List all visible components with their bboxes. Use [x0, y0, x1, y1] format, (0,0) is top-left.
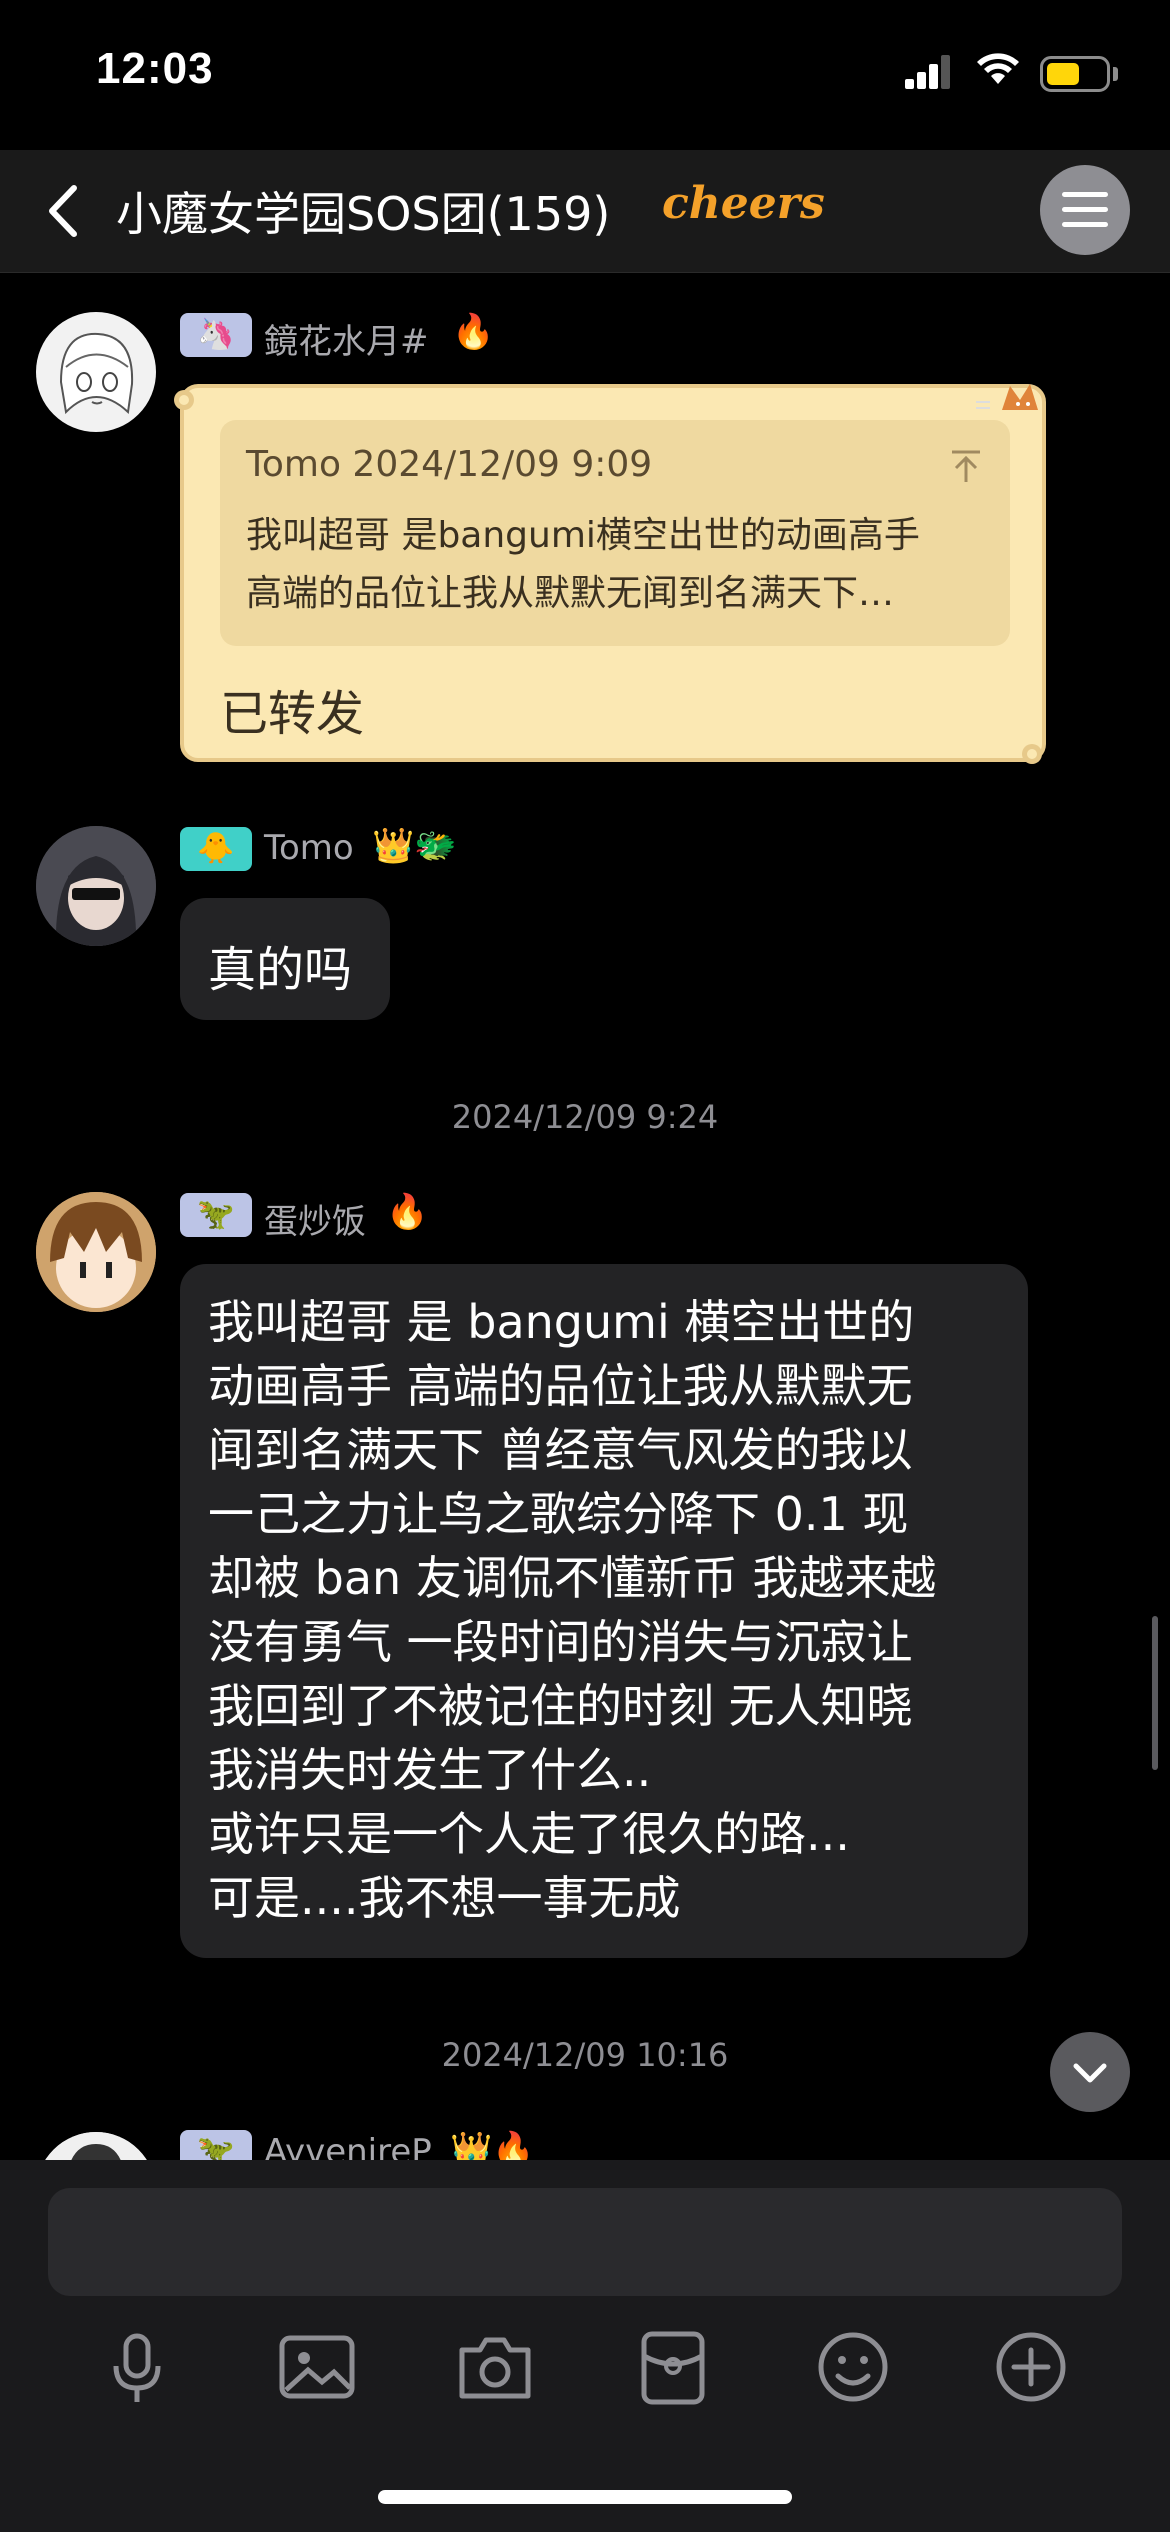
avatar[interactable]: [36, 312, 156, 432]
message-text: 已转发: [220, 686, 365, 742]
partial-message-row: 🦖 AyvenireP 👑🔥: [0, 2120, 1170, 2160]
plus-icon[interactable]: [986, 2322, 1076, 2412]
message-text: 真的吗: [208, 942, 353, 998]
sender-name: AyvenireP: [264, 2132, 432, 2160]
back-chevron-icon[interactable]: [40, 178, 90, 244]
flair-fire-icon: 🔥: [452, 312, 495, 352]
quote-author-time: Tomo 2024/12/09 9:09: [246, 444, 653, 485]
battery-icon: [1040, 56, 1110, 92]
quote-text-line1: 我叫超哥 是bangumi横空出世的动画高手: [246, 515, 920, 556]
sender-name: Tomo: [264, 828, 354, 868]
member-tag-dinosaur: 🦖: [180, 1193, 252, 1237]
message-line: 我叫超哥 是 bangumi 横空出世的: [208, 1295, 915, 1349]
cheers-badge: cheers: [662, 178, 825, 229]
scrollbar[interactable]: [1152, 1616, 1158, 1770]
message-text: 我叫超哥 是 bangumi 横空出世的 动画高手 高端的品位让我从默默无 闻到…: [208, 1290, 936, 1930]
message-bubble[interactable]: 真的吗: [180, 898, 390, 1020]
flair-fire-icon: 🔥: [386, 1192, 429, 1232]
image-icon[interactable]: [272, 2322, 362, 2412]
chat-title: 小魔女学园SOS团(159): [116, 187, 611, 241]
scroll-to-bottom-button[interactable]: [1050, 2032, 1130, 2112]
message-line: 闻到名满天下 曾经意气风发的我以: [208, 1423, 913, 1477]
avatar-cartoon-brown-hair-icon: [36, 1192, 156, 1312]
avatar-girl-sunglasses-icon: [36, 826, 156, 946]
wifi-icon: [977, 53, 1019, 84]
emoji-icon[interactable]: [808, 2322, 898, 2412]
forwarded-card[interactable]: Tomo 2024/12/09 9:09 我叫超哥 是bangumi横空出世的动…: [180, 384, 1046, 762]
quote-text-line2: 高端的品位让我从默默无闻到名满天下…: [246, 573, 895, 614]
red-packet-icon[interactable]: [628, 2322, 718, 2412]
home-indicator: [378, 2490, 792, 2504]
battery-nub: [1113, 67, 1118, 81]
flair-crown-fire-icon: 👑🔥: [450, 2130, 535, 2160]
timestamp: 2024/12/09 10:16: [441, 2036, 729, 2074]
member-tag-unicorn: 🦄: [180, 313, 252, 357]
avatar[interactable]: [36, 826, 156, 946]
cat-ears-decoration-icon: [976, 384, 1038, 410]
timestamp: 2024/12/09 9:24: [451, 1098, 719, 1136]
message-line: 可是....我不想一事无成: [208, 1871, 681, 1925]
message-line: 或许只是一个人走了很久的路...: [208, 1807, 850, 1861]
member-tag-dinosaur: 🦖: [180, 2130, 252, 2160]
message-line: 一己之力让鸟之歌综分降下 0.1 现: [208, 1487, 909, 1541]
jump-to-original-icon[interactable]: [948, 448, 984, 484]
avatar[interactable]: [36, 1192, 156, 1312]
avatar-sketch-girl-icon: [59, 332, 134, 415]
menu-button[interactable]: [1040, 165, 1130, 255]
message-line: 我回到了不被记住的时刻 无人知晓: [208, 1679, 913, 1733]
avatar[interactable]: [36, 2132, 156, 2160]
member-tag-chick: 🐥: [180, 827, 252, 871]
scroll-curl-top-icon: [174, 390, 194, 410]
sender-name: 鏡花水月#: [264, 322, 429, 362]
quote-block[interactable]: Tomo 2024/12/09 9:09 我叫超哥 是bangumi横空出世的动…: [220, 420, 1010, 646]
chevron-down-icon: [1073, 2063, 1107, 2083]
message-input[interactable]: [48, 2188, 1122, 2296]
cellular-signal-icon: [905, 55, 951, 89]
flair-crown-dragon-icon: 👑🐲: [372, 826, 457, 866]
message-line: 动画高手 高端的品位让我从默默无: [208, 1359, 913, 1413]
status-time: 12:03: [96, 44, 214, 93]
message-bubble[interactable]: 我叫超哥 是 bangumi 横空出世的 动画高手 高端的品位让我从默默无 闻到…: [180, 1264, 1028, 1958]
message-line: 却被 ban 友调侃不懂新币 我越来越: [208, 1551, 937, 1605]
message-line: 我消失时发生了什么..: [208, 1743, 652, 1797]
sender-name: 蛋炒饭: [264, 1202, 366, 1242]
scroll-curl-bottom-icon: [1022, 744, 1042, 764]
microphone-icon[interactable]: [92, 2322, 182, 2412]
message-line: 没有勇气 一段时间的消失与沉寂让: [208, 1615, 913, 1669]
avatar-dark-hair-icon: [36, 2132, 156, 2160]
camera-icon[interactable]: [450, 2322, 540, 2412]
